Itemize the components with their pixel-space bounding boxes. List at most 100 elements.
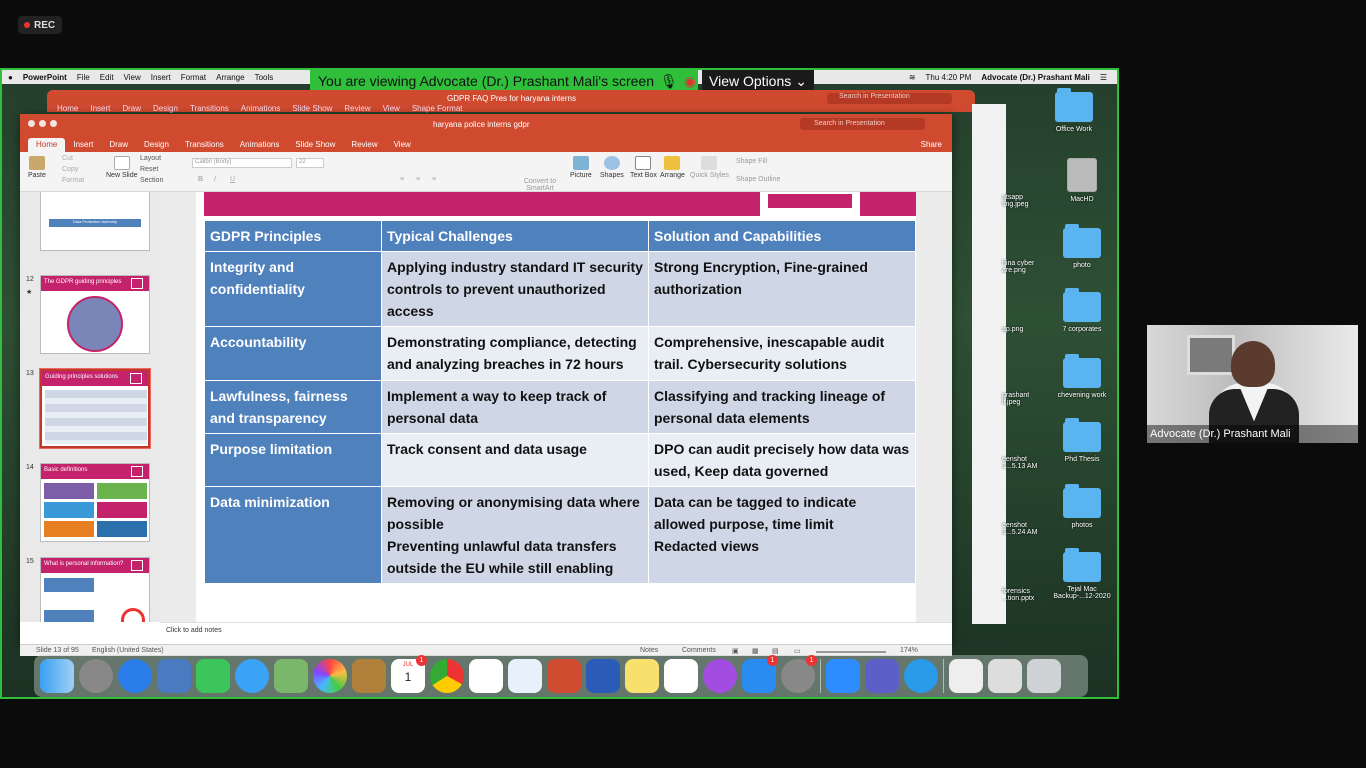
back-tab-home[interactable]: Home xyxy=(57,104,78,113)
photos-icon[interactable] xyxy=(313,659,347,693)
font-family-select[interactable]: Calibri (Body) xyxy=(192,158,292,168)
language-indicator[interactable]: English (United States) xyxy=(92,647,164,654)
shape-outline-button[interactable]: Shape Outline xyxy=(736,176,780,183)
back-tab-shape-format[interactable]: Shape Format xyxy=(412,104,463,113)
zoom-icon[interactable] xyxy=(826,659,860,693)
new-slide-button[interactable]: New Slide xyxy=(106,156,138,179)
desktop-file-screenshot-1[interactable]: eenshot 3...5.13 AM xyxy=(1002,456,1044,470)
slide-thumbnail-13[interactable]: Guiding principles solutions xyxy=(39,368,151,449)
desktop-folder-chevening[interactable]: chevening work xyxy=(1050,354,1114,399)
convert-smartart-button[interactable]: Convert to SmartArt xyxy=(522,178,558,192)
back-tab-slideshow[interactable]: Slide Show xyxy=(292,104,332,113)
downloads-stack-icon[interactable] xyxy=(988,659,1022,693)
app-store-icon[interactable]: 1 xyxy=(742,655,778,693)
teams-icon[interactable] xyxy=(865,659,899,693)
wifi-icon[interactable]: ≋ xyxy=(909,73,916,82)
calendar-icon[interactable]: JUL 1 1 xyxy=(391,655,427,693)
reading-view-icon[interactable]: ▤ xyxy=(772,647,779,655)
slide-thumbnail-14[interactable]: Basic definitions xyxy=(40,463,150,542)
menu-clock[interactable]: Thu 4:20 PM xyxy=(926,73,972,82)
align-center-icon[interactable]: ≡ xyxy=(416,176,420,183)
desktop-file-forensics[interactable]: forensics ...tion.pptx xyxy=(1002,588,1044,602)
control-center-icon[interactable]: ☰ xyxy=(1100,73,1107,82)
music-icon[interactable] xyxy=(664,659,698,693)
slide-sorter-icon[interactable]: ▦ xyxy=(752,647,759,655)
desktop-file-png[interactable]: ap.png xyxy=(1002,326,1044,333)
tab-animations[interactable]: Animations xyxy=(232,138,288,152)
paste-button[interactable]: Paste xyxy=(28,156,46,179)
desktop-folder-office-work[interactable]: Office Work xyxy=(1042,88,1106,133)
menu-user[interactable]: Advocate (Dr.) Prashant Mali xyxy=(981,73,1089,82)
menu-tools[interactable]: Tools xyxy=(255,73,274,82)
preview-icon[interactable] xyxy=(157,659,191,693)
word-icon[interactable] xyxy=(586,659,620,693)
desktop-file-whatsapp[interactable]: atsapp ting.jpeg xyxy=(1002,194,1044,208)
tab-design[interactable]: Design xyxy=(136,138,177,152)
normal-view-icon[interactable]: ▣ xyxy=(732,647,739,655)
shapes-button[interactable]: Shapes xyxy=(600,156,624,179)
slide-thumbnail-12[interactable]: The GDPR guiding principles xyxy=(40,275,150,354)
zoom-window-icon[interactable] xyxy=(50,120,57,127)
facetime-icon[interactable] xyxy=(196,659,230,693)
launchpad-icon[interactable] xyxy=(79,659,113,693)
safari-icon[interactable] xyxy=(118,659,152,693)
align-left-icon[interactable]: ≡ xyxy=(400,176,404,183)
back-tab-transitions[interactable]: Transitions xyxy=(190,104,229,113)
font-size-select[interactable]: 22 xyxy=(296,158,324,168)
back-tab-design[interactable]: Design xyxy=(153,104,178,113)
layout-button[interactable]: Layout xyxy=(140,155,161,162)
slide-stage[interactable]: GDPR Principles Typical Challenges Solut… xyxy=(160,192,952,622)
system-preferences-icon[interactable]: 1 xyxy=(781,655,817,693)
desktop-file-screenshot-2[interactable]: eenshot 3...5.24 AM xyxy=(1002,522,1044,536)
notes-toggle[interactable]: Notes xyxy=(640,647,658,654)
cut-button[interactable]: Cut xyxy=(62,155,73,162)
back-tab-insert[interactable]: Insert xyxy=(90,104,110,113)
zoom-level[interactable]: 174% xyxy=(900,647,918,654)
notes-icon[interactable] xyxy=(625,659,659,693)
reminders-icon[interactable] xyxy=(469,659,503,693)
arrange-button[interactable]: Arrange xyxy=(660,156,685,179)
document-icon[interactable] xyxy=(949,659,983,693)
close-window-icon[interactable] xyxy=(28,120,35,127)
desktop-folder-7-corporates[interactable]: 7 corporates xyxy=(1050,288,1114,333)
menu-file[interactable]: File xyxy=(77,73,90,82)
desktop-file-prashant[interactable]: prashant li.jpeg xyxy=(1002,392,1044,406)
desktop-drive-machd[interactable]: MacHD xyxy=(1050,158,1114,203)
back-tab-review[interactable]: Review xyxy=(344,104,370,113)
bold-button[interactable]: B xyxy=(198,176,203,183)
desktop-file-china-cyber[interactable]: hina cyber are.png xyxy=(1002,260,1044,274)
italic-button[interactable]: I xyxy=(214,176,216,183)
trash-icon[interactable] xyxy=(1027,659,1061,693)
section-button[interactable]: Section xyxy=(140,177,163,184)
share-button[interactable]: Share xyxy=(913,138,952,152)
participant-video[interactable]: Advocate (Dr.) Prashant Mali xyxy=(1147,325,1358,443)
tab-slideshow[interactable]: Slide Show xyxy=(287,138,343,152)
background-ppt-window[interactable]: GDPR FAQ Pres for haryana interns Home I… xyxy=(47,90,975,113)
tab-insert[interactable]: Insert xyxy=(65,138,101,152)
minimize-window-icon[interactable] xyxy=(39,120,46,127)
shape-fill-button[interactable]: Shape Fill xyxy=(736,158,767,165)
current-slide[interactable]: GDPR Principles Typical Challenges Solut… xyxy=(196,192,916,622)
notes-pane[interactable]: Click to add notes xyxy=(160,622,952,644)
powerpoint-icon[interactable] xyxy=(547,659,581,693)
quicktime-icon[interactable] xyxy=(904,659,938,693)
zoom-slider[interactable] xyxy=(816,651,886,653)
menu-edit[interactable]: Edit xyxy=(100,73,114,82)
desktop-folder-photos[interactable]: photos xyxy=(1050,484,1114,529)
desktop-folder-photo[interactable]: photo xyxy=(1050,224,1114,269)
back-search-input[interactable]: Search in Presentation xyxy=(827,93,952,104)
reset-button[interactable]: Reset xyxy=(140,166,158,173)
underline-button[interactable]: U xyxy=(230,176,235,183)
menu-insert[interactable]: Insert xyxy=(151,73,171,82)
format-painter-button[interactable]: Format xyxy=(62,177,84,184)
back-tab-draw[interactable]: Draw xyxy=(122,104,141,113)
slideshow-icon[interactable]: ▭ xyxy=(794,647,801,655)
keynote-icon[interactable] xyxy=(508,659,542,693)
menu-arrange[interactable]: Arrange xyxy=(216,73,244,82)
apple-icon[interactable]: ● xyxy=(8,73,13,82)
view-options-button[interactable]: View Options ⌄ xyxy=(702,70,814,92)
slide-thumbnails-pane[interactable]: Data Protection Authority 12 ★ The GDPR … xyxy=(20,192,160,622)
desktop-folder-tejal-backup[interactable]: Tejal Mac Backup-...12-2020 xyxy=(1050,548,1114,600)
tab-view[interactable]: View xyxy=(386,138,419,152)
copy-button[interactable]: Copy xyxy=(62,166,78,173)
